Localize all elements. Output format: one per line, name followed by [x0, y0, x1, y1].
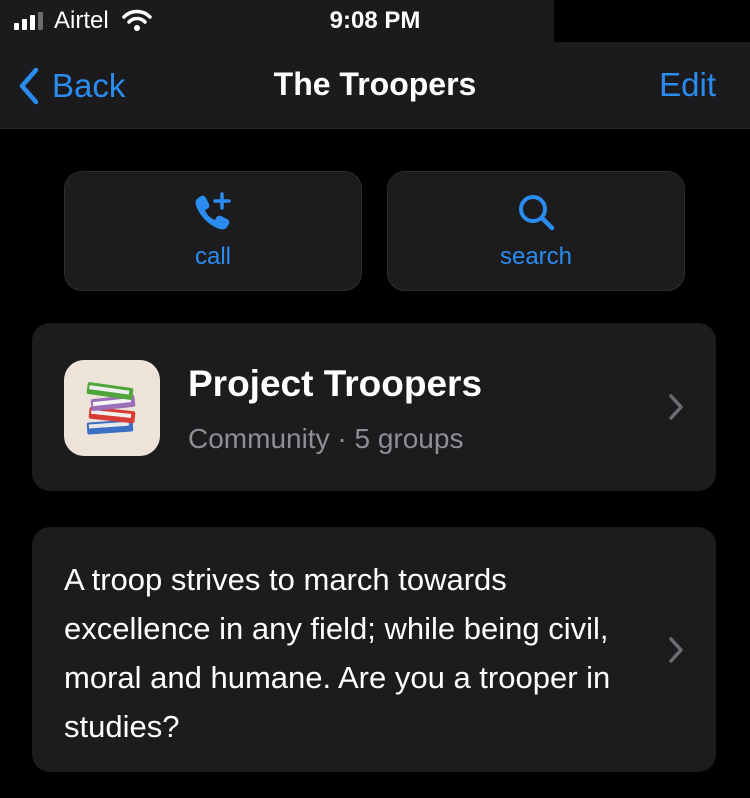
community-subtitle: Community · 5 groups: [188, 423, 463, 455]
separator-dot: ·: [337, 423, 347, 454]
chevron-right-icon: [669, 394, 683, 420]
community-description: A troop strives to march towards excelle…: [64, 562, 611, 744]
group-count: 5 groups: [354, 423, 464, 454]
books-icon: [64, 360, 160, 456]
search-label: search: [499, 243, 573, 270]
status-bar: Airtel 9:08 PM: [0, 0, 750, 42]
top-bar: Airtel 9:08 PM Back The Troopers Edit: [0, 0, 750, 129]
page-title: The Troopers: [273, 66, 477, 102]
community-card[interactable]: Project Troopers Community · 5 groups: [32, 323, 716, 491]
community-type: Community: [188, 423, 330, 454]
description-card[interactable]: A troop strives to march towards excelle…: [32, 527, 716, 772]
chevron-right-icon: [669, 637, 683, 663]
navigation-bar: Back The Troopers Edit: [0, 56, 750, 116]
call-button[interactable]: call: [64, 171, 362, 291]
phone-plus-icon: [195, 192, 231, 230]
call-label: call: [194, 243, 231, 270]
status-time: 9:08 PM: [329, 7, 421, 34]
community-name: Project Troopers: [188, 363, 483, 404]
edit-button[interactable]: Edit: [659, 66, 716, 104]
search-icon: [519, 195, 555, 231]
search-button[interactable]: search: [387, 171, 685, 291]
